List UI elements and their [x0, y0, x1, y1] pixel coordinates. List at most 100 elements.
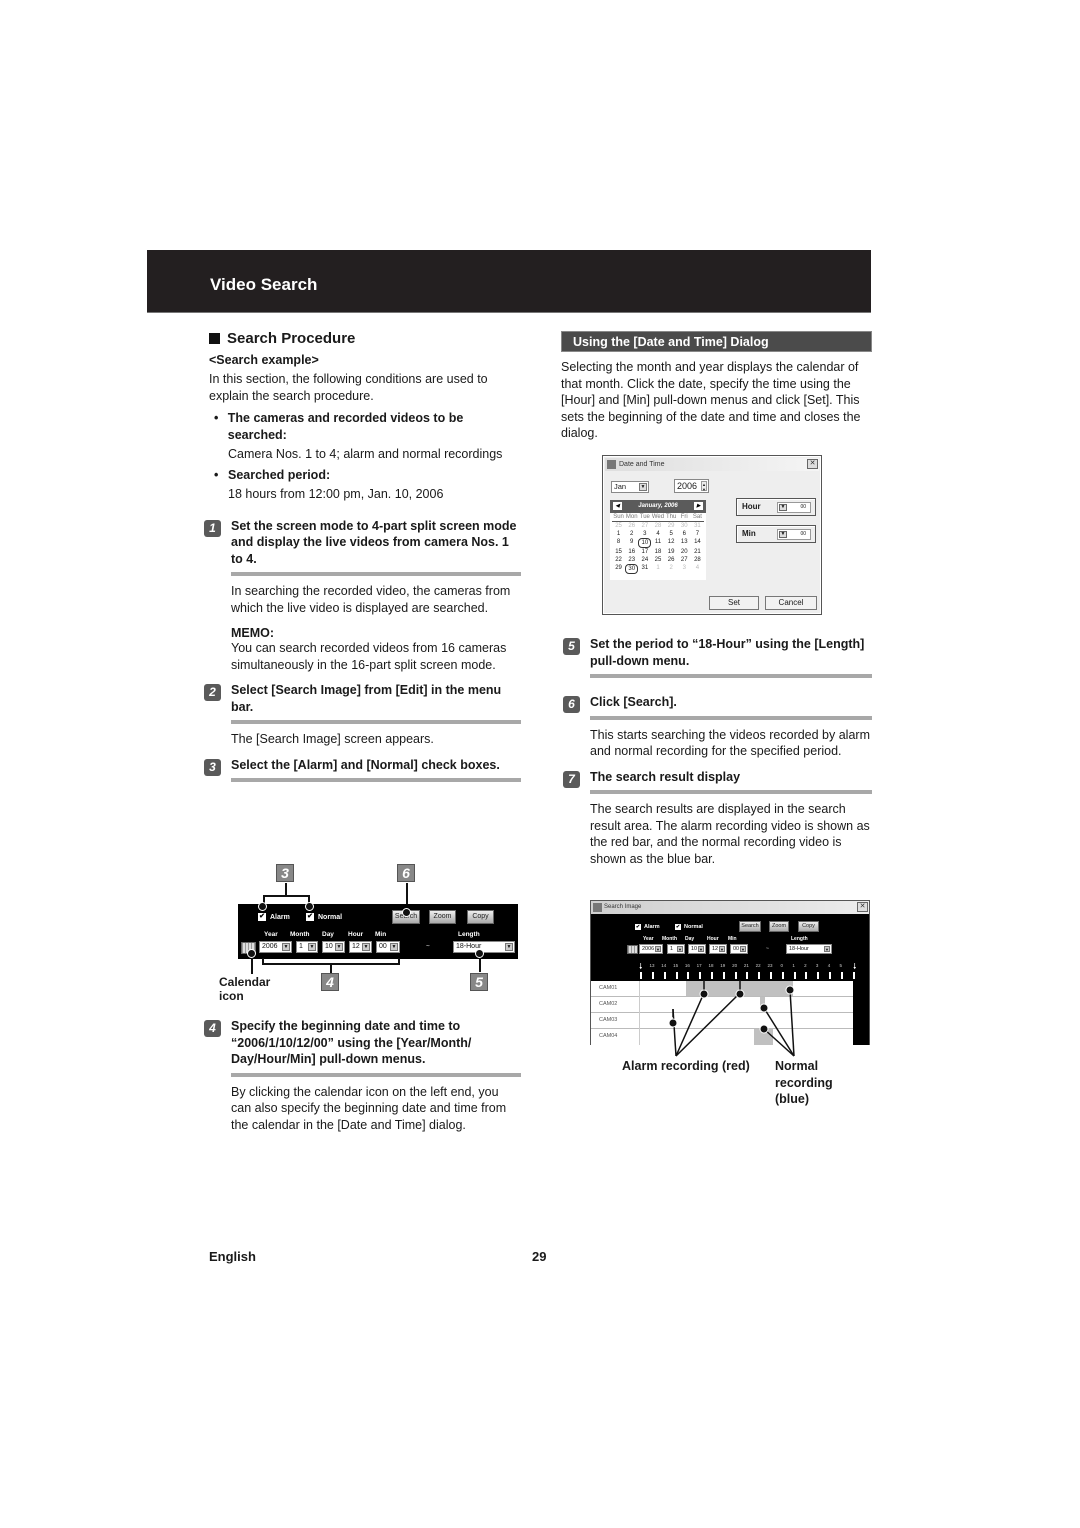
calendar-day[interactable]: 28: [651, 522, 664, 530]
leader-dot: [759, 1024, 769, 1034]
normal-checkbox[interactable]: ✔ Normal: [306, 913, 342, 921]
hour-tick-label: 2: [804, 963, 807, 968]
calendar-day[interactable]: 18: [651, 548, 664, 556]
length-select[interactable]: 18-Hour ▼: [786, 944, 832, 954]
intro-text: In this section, the following condition…: [209, 372, 488, 403]
month-select[interactable]: 1 ▼: [667, 944, 685, 954]
calendar-day[interactable]: 2: [625, 530, 638, 538]
close-icon[interactable]: ✕: [857, 902, 868, 912]
day-select[interactable]: 10 ▼: [322, 941, 345, 953]
step-title: Select the [Alarm] and [Normal] check bo…: [231, 757, 500, 772]
range-tilde: ~: [426, 943, 430, 950]
step-number: 3: [204, 758, 221, 776]
step-title: Specify the beginning date and time to “…: [231, 1019, 472, 1066]
leader-dot: [475, 949, 484, 958]
dialog-title-bar: Date and Time ✕: [605, 458, 819, 471]
next-month-icon[interactable]: ▶: [694, 502, 703, 510]
zoom-button[interactable]: Zoom: [429, 910, 456, 924]
calendar-day[interactable]: 21: [691, 548, 704, 556]
calendar-day[interactable]: 28: [691, 556, 704, 564]
alarm-checkbox[interactable]: ✔ Alarm: [635, 924, 660, 930]
right-steps: 5 Set the period to “18-Hour” using the …: [561, 636, 872, 867]
normal-checkbox[interactable]: ✔ Normal: [675, 924, 703, 930]
calendar-day[interactable]: 8: [612, 538, 625, 548]
calendar-day[interactable]: 10: [638, 538, 652, 548]
divider: [231, 572, 521, 576]
month-label: Month: [290, 931, 310, 938]
calendar-day[interactable]: 17: [638, 548, 651, 556]
month-select[interactable]: 1 ▼: [296, 941, 318, 953]
step-4: 4 Specify the beginning date and time to…: [202, 1018, 521, 1133]
calendar-day[interactable]: 4: [691, 564, 704, 574]
calendar-day[interactable]: 30: [678, 522, 691, 530]
hour-label: Hour: [707, 936, 719, 942]
set-button[interactable]: Set: [709, 596, 759, 610]
copy-button[interactable]: Copy: [467, 910, 494, 924]
calendar-day[interactable]: 6: [678, 530, 691, 538]
calendar-day[interactable]: 9: [625, 538, 638, 548]
calendar-day[interactable]: 22: [612, 556, 625, 564]
close-icon[interactable]: ✕: [807, 459, 818, 469]
calendar-day[interactable]: 27: [678, 556, 691, 564]
calendar-day[interactable]: 16: [625, 548, 638, 556]
calendar-day[interactable]: 31: [638, 564, 651, 574]
calendar-day[interactable]: 25: [612, 522, 625, 530]
calendar-day[interactable]: 20: [678, 548, 691, 556]
zoom-button[interactable]: Zoom: [769, 921, 789, 932]
calendar-day[interactable]: 26: [625, 522, 638, 530]
calendar-day[interactable]: 23: [625, 556, 638, 564]
min-select[interactable]: ▼ 00: [777, 529, 811, 540]
calendar-day[interactable]: 5: [665, 530, 678, 538]
calendar-day[interactable]: 14: [691, 538, 704, 548]
calendar-icon[interactable]: [627, 945, 638, 954]
alarm-recording-caption: Alarm recording (red): [622, 1059, 750, 1073]
calendar-day[interactable]: 11: [651, 538, 664, 548]
year-select[interactable]: 2006 ▼: [639, 944, 663, 954]
calendar-day[interactable]: 15: [612, 548, 625, 556]
callout-leaders: [668, 980, 795, 1057]
calendar-day[interactable]: 13: [678, 538, 691, 548]
min-select[interactable]: 00 ▼: [376, 941, 400, 953]
step-number: 5: [563, 638, 580, 655]
cancel-button[interactable]: Cancel: [765, 596, 817, 610]
leader-dot: [699, 989, 709, 999]
memo-label: MEMO:: [231, 626, 275, 640]
calendar-day[interactable]: 2: [665, 564, 678, 574]
calendar-day[interactable]: 19: [665, 548, 678, 556]
hour-tick-label: 20: [732, 963, 738, 968]
calendar-day[interactable]: 1: [651, 564, 664, 574]
day-select[interactable]: 10 ▼: [688, 944, 706, 954]
copy-button[interactable]: Copy: [798, 921, 819, 932]
year-select[interactable]: 2006 ▼: [259, 941, 292, 953]
hour-select[interactable]: 12 ▼: [349, 941, 372, 953]
weekday-label: Sun: [612, 514, 626, 522]
calendar-day[interactable]: 3: [678, 564, 691, 574]
divider: [231, 720, 521, 724]
calendar-day[interactable]: 7: [691, 530, 704, 538]
calendar-day[interactable]: 29: [612, 564, 625, 574]
hour-select[interactable]: ▼ 00: [777, 502, 811, 513]
calendar-day[interactable]: 31: [691, 522, 704, 530]
prev-month-icon[interactable]: ◀: [613, 502, 622, 510]
calendar-day[interactable]: 3: [638, 530, 651, 538]
year-spinner[interactable]: 2006 ▲ ▼: [674, 479, 709, 493]
month-select[interactable]: Jan ▼: [611, 481, 649, 493]
hour-tick-label: 18: [708, 963, 714, 968]
search-button[interactable]: Search: [739, 921, 761, 932]
calendar-day[interactable]: 12: [665, 538, 678, 548]
calendar-day[interactable]: 26: [665, 556, 678, 564]
calendar-day[interactable]: 25: [651, 556, 664, 564]
hour-select[interactable]: 12 ▼: [709, 944, 727, 954]
calendar-day[interactable]: 30: [625, 564, 639, 574]
weekday-label: Wed: [651, 514, 665, 522]
calendar-day[interactable]: 27: [638, 522, 651, 530]
calendar-day[interactable]: 29: [665, 522, 678, 530]
length-select[interactable]: 18-Hour ▼: [453, 941, 515, 953]
alarm-checkbox[interactable]: ✔ Alarm: [258, 913, 290, 921]
min-select[interactable]: 00 ▼: [730, 944, 748, 954]
calendar-day[interactable]: 4: [651, 530, 664, 538]
calendar-day[interactable]: 1: [612, 530, 625, 538]
step-6: 6 Click [Search]. This starts searching …: [561, 694, 872, 760]
leader-dot: [668, 1018, 678, 1028]
calendar-day[interactable]: 24: [638, 556, 651, 564]
